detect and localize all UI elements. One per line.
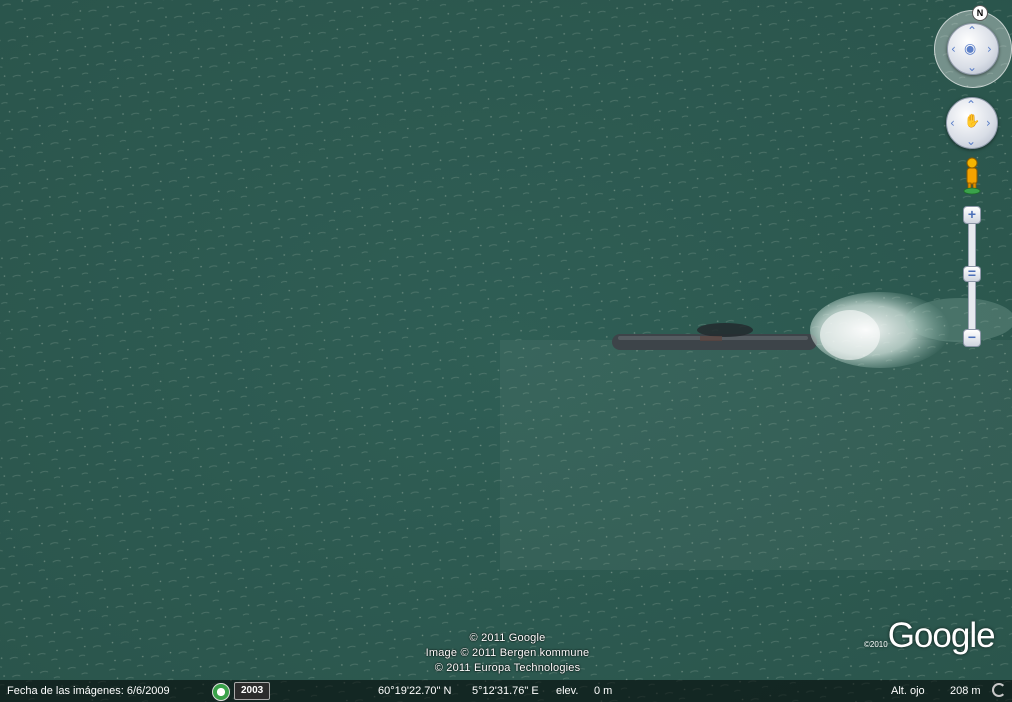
loading-spinner-icon bbox=[992, 683, 1006, 697]
move-left-icon[interactable]: ‹ bbox=[950, 117, 955, 129]
longitude-readout: 5°12'31.76" E bbox=[472, 685, 539, 697]
look-up-icon[interactable]: ⌃ bbox=[967, 25, 977, 37]
attribution-line: © 2011 Europa Technologies bbox=[434, 662, 581, 674]
logo-wordmark: Google bbox=[887, 616, 996, 655]
zoom-out-button[interactable]: − bbox=[963, 329, 981, 347]
move-down-icon[interactable]: ⌄ bbox=[966, 135, 976, 147]
look-joystick[interactable]: ⌃ ⌄ ‹ › ◉ bbox=[947, 23, 999, 75]
move-joystick[interactable]: ⌃ ⌄ ‹ › ✋ bbox=[946, 97, 998, 149]
move-up-icon[interactable]: ⌃ bbox=[966, 99, 976, 111]
hand-icon: ✋ bbox=[964, 114, 981, 129]
compass-control[interactable]: N ⌃ ⌄ ‹ › ◉ bbox=[934, 5, 1012, 88]
elevation-label: elev. bbox=[556, 685, 579, 697]
historical-imagery-clock-icon[interactable] bbox=[212, 683, 230, 701]
eye-icon: ◉ bbox=[964, 41, 977, 57]
north-indicator[interactable]: N bbox=[972, 5, 988, 21]
attribution-line: Image © 2011 Bergen kommune bbox=[425, 647, 590, 659]
zoom-slider-handle[interactable]: = bbox=[963, 266, 981, 282]
logo-copyright: ©2010 bbox=[864, 640, 888, 649]
attribution-line: © 2011 Google bbox=[469, 632, 546, 644]
move-right-icon[interactable]: › bbox=[986, 117, 991, 129]
street-view-pegman-icon[interactable] bbox=[961, 157, 983, 195]
eye-altitude-value: 208 m bbox=[950, 685, 981, 697]
status-bar: Fecha de las imágenes: 6/6/2009 2003 60°… bbox=[0, 680, 1012, 702]
eye-altitude-label: Alt. ojo bbox=[891, 685, 925, 697]
zoom-in-button[interactable]: + bbox=[963, 206, 981, 224]
elevation-value: 0 m bbox=[594, 685, 613, 697]
google-logo: ©2010Google bbox=[864, 616, 996, 656]
imagery-date: Fecha de las imágenes: 6/6/2009 bbox=[7, 685, 170, 697]
latitude-readout: 60°19'22.70" N bbox=[378, 685, 452, 697]
look-right-icon[interactable]: › bbox=[987, 43, 992, 55]
look-left-icon[interactable]: ‹ bbox=[951, 43, 956, 55]
satellite-map[interactable] bbox=[0, 0, 1012, 702]
imagery-attribution: © 2011 Google Image © 2011 Bergen kommun… bbox=[380, 631, 635, 676]
look-down-icon[interactable]: ⌄ bbox=[967, 61, 977, 73]
historical-imagery-year-button[interactable]: 2003 bbox=[234, 682, 271, 700]
